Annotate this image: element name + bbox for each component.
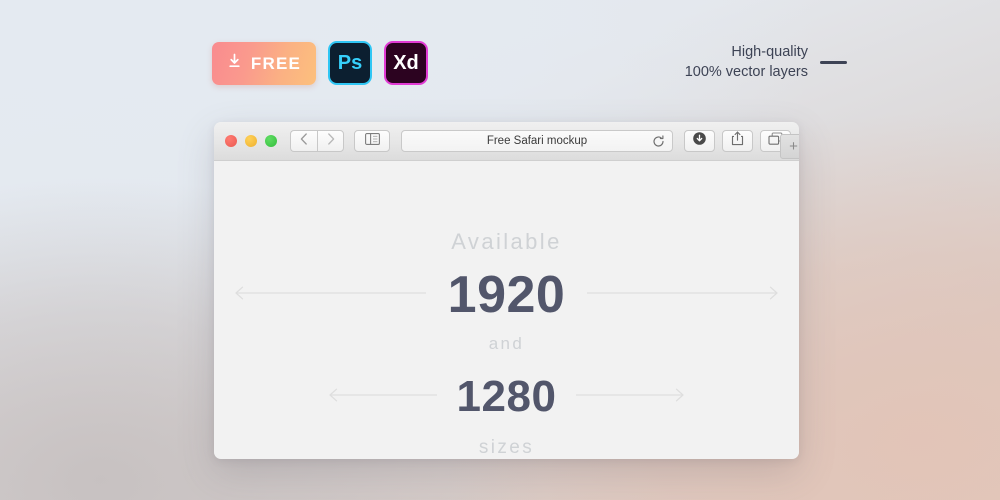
photoshop-badge-label: Ps <box>337 52 363 74</box>
close-button[interactable] <box>225 135 237 147</box>
dimension-value-1280: 1280 <box>456 372 557 421</box>
xd-badge-label: Xd <box>393 52 419 74</box>
chevron-left-icon <box>300 132 308 150</box>
label-sizes: sizes <box>478 437 535 458</box>
zoom-button[interactable] <box>265 135 277 147</box>
share-icon <box>731 131 744 151</box>
chevron-right-icon <box>327 132 335 150</box>
badges-row: FREE Ps Xd <box>212 41 428 85</box>
downloads-button[interactable] <box>684 130 715 152</box>
browser-window: Free Safari mockup + Available 1920 and … <box>214 122 799 459</box>
toolbar-right-group <box>684 130 791 152</box>
reload-icon[interactable] <box>652 135 665 153</box>
tagline-line-1: High-quality <box>731 44 808 60</box>
screenshot-canvas: FREE Ps Xd High-quality 100% vector laye… <box>0 0 1000 500</box>
tagline-dash <box>820 61 847 64</box>
label-and: and <box>488 334 525 353</box>
dimension-value-1920: 1920 <box>447 266 566 324</box>
browser-titlebar: Free Safari mockup + <box>214 122 799 161</box>
download-circle-icon <box>692 131 707 151</box>
download-icon <box>227 53 242 74</box>
free-download-badge[interactable]: FREE <box>212 41 316 85</box>
photoshop-badge[interactable]: Ps <box>328 41 372 85</box>
minimize-button[interactable] <box>245 135 257 147</box>
new-tab-button[interactable]: + <box>780 134 799 159</box>
share-button[interactable] <box>722 130 753 152</box>
forward-button[interactable] <box>317 130 344 152</box>
traffic-light-group <box>225 135 277 147</box>
tagline-line-2: 100% vector layers <box>684 64 808 80</box>
xd-badge[interactable]: Xd <box>384 41 428 85</box>
tagline-block: High-quality 100% vector layers <box>685 42 808 82</box>
plus-icon: + <box>789 138 798 155</box>
label-available: Available <box>451 229 562 254</box>
sidebar-toggle-button[interactable] <box>354 130 390 152</box>
navigation-button-group <box>290 130 344 152</box>
back-button[interactable] <box>290 130 317 152</box>
browser-content-area: Available 1920 and 1280 sizes <box>214 161 799 459</box>
arrow-left-icon <box>231 284 426 307</box>
address-bar[interactable]: Free Safari mockup <box>401 130 673 152</box>
arrow-right-icon <box>587 284 782 307</box>
arrow-left-small-icon <box>325 386 437 409</box>
dimension-row-1280: 1280 <box>214 375 799 419</box>
address-bar-text: Free Safari mockup <box>486 135 588 147</box>
sidebar-toggle-icon <box>364 132 380 150</box>
arrow-right-small-icon <box>576 386 688 409</box>
free-badge-label: FREE <box>250 53 302 73</box>
dimension-row-1920: 1920 <box>214 269 799 321</box>
